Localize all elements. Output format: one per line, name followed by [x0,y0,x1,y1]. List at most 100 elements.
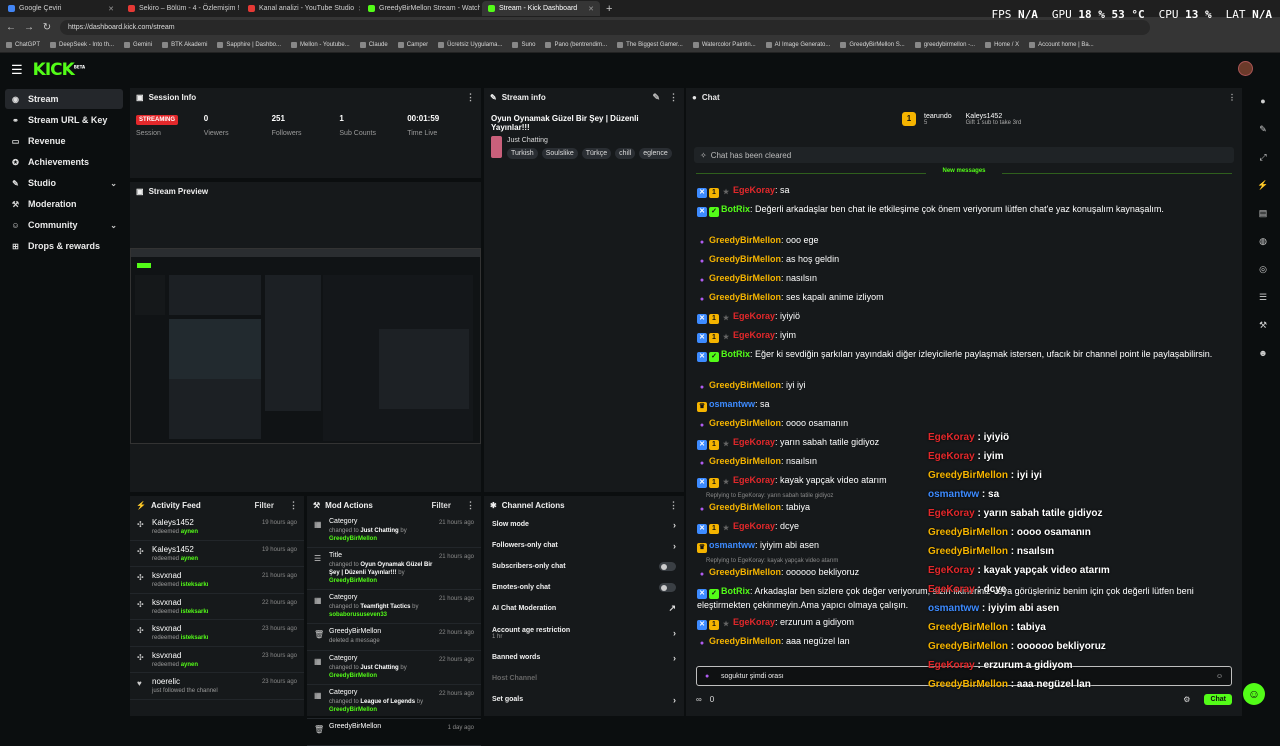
menu-icon[interactable]: ☰ [11,62,23,78]
chat-message[interactable]: ● GreedyBirMellon: iyi iyi [697,379,1217,393]
sidebar-item-drops-rewards[interactable]: ⊞ Drops & rewards [5,236,123,256]
channel-action-set-goals[interactable]: Set goals › [488,689,680,710]
more-options-icon[interactable]: ⋮ [289,500,298,511]
channel-action-banned-words[interactable]: Banned words › [488,647,680,668]
bookmark-item[interactable]: BTK Akademi [162,41,207,48]
chat-username[interactable]: EgeKoray [733,330,775,340]
chat-username[interactable]: EgeKoray [733,617,775,627]
chat-message[interactable]: ✕ ✓ BotRix: Değerli arkadaşlar ben chat il… [697,203,1217,217]
chevron-right-icon[interactable]: › [673,695,676,705]
chat-username[interactable]: GreedyBirMellon [709,636,781,646]
browser-tab[interactable]: Google Çeviri ✕ [2,1,120,16]
document-icon[interactable]: ▤ [1256,206,1270,220]
bookmark-item[interactable]: GreedyBirMellon S... [840,41,905,48]
chat-username[interactable]: GreedyBirMellon [709,235,781,245]
sidebar-item-revenue[interactable]: ▭ Revenue [5,131,123,151]
bookmark-item[interactable]: Mellon - Youtube... [291,41,350,48]
channel-action-account-age-restriction[interactable]: Account age restriction 1 hr › [488,619,680,647]
chat-message[interactable]: ● GreedyBirMellon: ses kapalı anime izliy… [697,291,1217,305]
chat-username[interactable]: GreedyBirMellon [709,254,781,264]
chat-message[interactable]: ● GreedyBirMellon: as hoş geldin [697,253,1217,267]
chat-message[interactable]: ✕ ✓ BotRix: Eğer ki sevdiğin şarkıları yay… [697,348,1217,362]
close-icon[interactable]: ✕ [588,5,594,13]
chat-username[interactable]: osmantww [709,540,755,550]
toggle-switch[interactable] [659,562,676,571]
chat-username[interactable]: EgeKoray [733,311,775,321]
send-chat-button[interactable]: Chat [1204,693,1232,705]
chat-username[interactable]: EgeKoray [733,437,775,447]
more-options-icon[interactable]: ⋮ [466,92,475,103]
broadcast-icon[interactable]: ◎ [1256,262,1270,276]
chat-username[interactable]: GreedyBirMellon [709,418,781,428]
chat-username[interactable]: BotRix [721,586,750,596]
filter-button[interactable]: Filter [431,501,451,510]
chat-settings-icon[interactable]: ⚙ [1183,695,1190,704]
reload-icon[interactable]: ↻ [40,22,54,33]
chat-username[interactable]: GreedyBirMellon [709,292,781,302]
bookmark-item[interactable]: Account home | Ba... [1029,41,1094,48]
channel-action-subscribers-only-chat[interactable]: Subscribers-only chat [488,556,680,577]
channel-action-ai-chat-moderation[interactable]: AI Chat Moderation ↗ [488,598,680,619]
bookmark-item[interactable]: Sapphire | Dashbo... [217,41,281,48]
more-options-icon[interactable]: ⋮ [466,500,475,511]
chevron-down-icon[interactable]: ⌄ [110,221,117,230]
browser-tab[interactable]: Stream - Kick Dashboard ✕ [482,1,600,16]
channel-action-slow-mode[interactable]: Slow mode › [488,514,680,535]
browser-tab[interactable]: Sekiro – Bölüm - 4 - Özlemişim !!!!✕ [122,1,240,16]
user-avatar[interactable] [1238,61,1253,76]
sidebar-item-community[interactable]: ☺ Community ⌄ [5,215,123,235]
chevron-right-icon[interactable]: › [673,541,676,551]
chat-username[interactable]: GreedyBirMellon [709,567,781,577]
sidebar-item-stream-url-key[interactable]: ⚭ Stream URL & Key [5,110,123,130]
stream-tag[interactable]: Türkçe [581,148,612,159]
channel-action-followers-only-chat[interactable]: Followers-only chat › [488,535,680,556]
close-icon[interactable]: ✕ [108,5,114,13]
gift-cta[interactable]: Gift 1 sub to take 3rd [966,120,1022,126]
bookmark-item[interactable]: Ücretsiz Uygulama... [438,41,502,48]
chat-username[interactable]: EgeKoray [733,521,775,531]
chat-message[interactable]: ✕ 1 ★ EgeKoray: sa [697,184,1217,198]
bookmark-item[interactable]: Home / X [985,41,1019,48]
chevron-down-icon[interactable]: ⌄ [110,179,117,188]
more-options-icon[interactable]: ⋮ [1228,93,1236,102]
stream-tag[interactable]: Soulslike [541,148,578,159]
new-tab-icon[interactable]: + [606,3,612,15]
list-icon[interactable]: ☰ [1256,290,1270,304]
chat-username[interactable]: GreedyBirMellon [709,502,781,512]
bookmark-item[interactable]: greedybirmellon -... [914,41,975,48]
pencil-icon[interactable]: ✎ [1256,122,1270,136]
filter-button[interactable]: Filter [254,501,274,510]
stream-tag[interactable]: Turkish [507,148,538,159]
bookmark-item[interactable]: AI Image Generato... [765,41,830,48]
sidebar-item-stream[interactable]: ◉ Stream [5,89,123,109]
chat-username[interactable]: EgeKoray [733,185,775,195]
stream-preview-video[interactable] [130,248,481,444]
chat-username[interactable]: BotRix [721,349,750,359]
forward-icon[interactable]: → [22,22,36,33]
channel-action-emotes-only-chat[interactable]: Emotes-only chat [488,577,680,598]
points-icon[interactable]: ∞ [696,695,702,704]
chat-bubble-icon[interactable]: ◍ [1256,234,1270,248]
bookmark-item[interactable]: DeepSeek - Into th... [50,41,114,48]
browser-tab[interactable]: GreedyBirMellon Stream - Watch L...✕ [362,1,480,16]
chat-message[interactable]: ● GreedyBirMellon: oooo osamanın [697,417,1217,431]
external-link-icon[interactable]: ↗ [668,603,676,614]
stream-tag[interactable]: eglence [639,148,672,159]
support-chat-button[interactable]: ☺ [1243,683,1265,705]
chevron-right-icon[interactable]: › [673,653,676,663]
chat-message[interactable]: ● GreedyBirMellon: ooo ege [697,234,1217,248]
chat-message[interactable]: ✕ 1 ★ EgeKoray: iyim [697,329,1217,343]
chat-username[interactable]: EgeKoray [733,475,775,485]
sidebar-item-moderation[interactable]: ⚒ Moderation [5,194,123,214]
browser-tab[interactable]: Kanal analizi - YouTube Studio✕ [242,1,360,16]
bookmark-item[interactable]: ChatGPT [6,41,40,48]
chevron-right-icon[interactable]: › [673,628,676,638]
chat-username[interactable]: BotRix [721,204,750,214]
stream-tag[interactable]: chill [615,148,636,159]
chat-username[interactable]: GreedyBirMellon [709,273,781,283]
chat-message[interactable]: ♛ osmantww: sa [697,398,1217,412]
bookmark-item[interactable]: Pano (bentrendim... [545,41,607,48]
address-bar[interactable]: https://dashboard.kick.com/stream [60,19,1150,35]
bookmark-item[interactable]: Suno [512,41,535,48]
kick-logo[interactable]: KICKBETA [33,60,85,80]
